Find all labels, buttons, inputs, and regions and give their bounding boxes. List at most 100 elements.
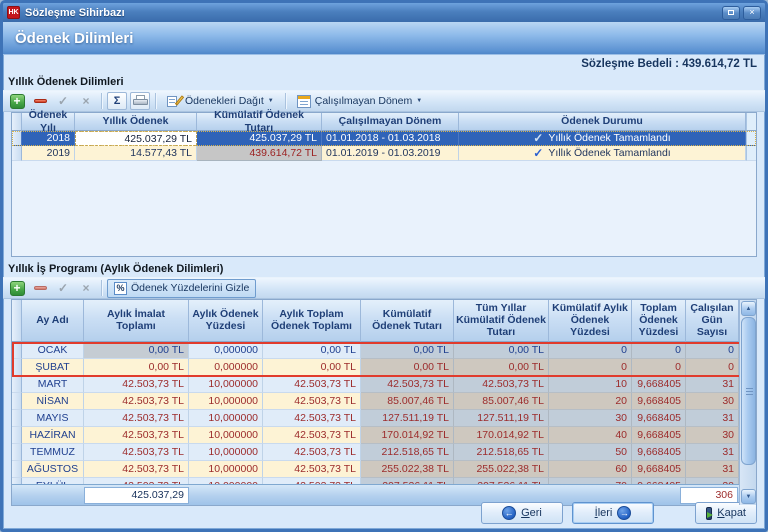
total-percent-cell[interactable]: 9,668405 bbox=[632, 376, 686, 393]
month-cell[interactable]: OCAK bbox=[22, 342, 84, 359]
col-header-cumulative[interactable]: Kümülatif Ödenek Tutarı bbox=[361, 300, 454, 342]
allyears-cumulative-cell[interactable]: 297.526,11 TL bbox=[454, 478, 549, 485]
month-cell[interactable]: NİSAN bbox=[22, 393, 84, 410]
worked-days-cell[interactable]: 30 bbox=[686, 427, 739, 444]
period-cell[interactable]: 01.01.2018 - 01.03.2018 bbox=[322, 131, 459, 146]
monthly-total-cell[interactable]: 42.503,73 TL bbox=[263, 410, 361, 427]
table-row-agustos[interactable]: AĞUSTOS 42.503,73 TL 10,000000 42.503,73… bbox=[12, 461, 756, 478]
confirm-button[interactable]: ✓ bbox=[53, 279, 73, 297]
monthly-total-cell[interactable]: 42.503,73 TL bbox=[263, 461, 361, 478]
month-cell[interactable]: AĞUSTOS bbox=[22, 461, 84, 478]
allyears-cumulative-cell[interactable]: 0,00 TL bbox=[454, 359, 549, 376]
close-button[interactable]: × bbox=[743, 6, 761, 20]
cumulative-cell[interactable]: 170.014,92 TL bbox=[361, 427, 454, 444]
monthly-total-cell[interactable]: 0,00 TL bbox=[263, 342, 361, 359]
hide-percentages-toggle[interactable]: % Ödenek Yüzdelerini Gizle bbox=[107, 279, 256, 298]
cumulative-cell[interactable]: 42.503,73 TL bbox=[361, 376, 454, 393]
allyears-cumulative-cell[interactable]: 255.022,38 TL bbox=[454, 461, 549, 478]
col-header-month[interactable]: Ay Adı bbox=[22, 300, 84, 342]
allyears-cumulative-cell[interactable]: 212.518,65 TL bbox=[454, 444, 549, 461]
production-cell[interactable]: 42.503,73 TL bbox=[84, 410, 189, 427]
monthly-total-cell[interactable]: 42.503,73 TL bbox=[263, 393, 361, 410]
percent-cell[interactable]: 10,000000 bbox=[189, 376, 263, 393]
cumulative-percent-cell[interactable]: 70 bbox=[549, 478, 632, 485]
month-cell[interactable]: EYLÜL bbox=[22, 478, 84, 485]
scroll-up-icon[interactable]: ▲ bbox=[741, 301, 756, 316]
production-cell[interactable]: 0,00 TL bbox=[84, 342, 189, 359]
worked-days-cell[interactable]: 30 bbox=[686, 478, 739, 485]
table-row-nisan[interactable]: NİSAN 42.503,73 TL 10,000000 42.503,73 T… bbox=[12, 393, 756, 410]
delete-row-button[interactable] bbox=[30, 279, 50, 297]
scroll-down-icon[interactable]: ▼ bbox=[741, 489, 756, 504]
cumulative-percent-cell[interactable]: 0 bbox=[549, 342, 632, 359]
table-row-mart[interactable]: MART 42.503,73 TL 10,000000 42.503,73 TL… bbox=[12, 376, 756, 393]
total-percent-cell[interactable]: 0 bbox=[632, 359, 686, 376]
table-row-eylul[interactable]: EYLÜL 42.503,73 TL 10,000000 42.503,73 T… bbox=[12, 478, 756, 485]
year-cell[interactable]: 2018 bbox=[22, 131, 75, 146]
maximize-button[interactable] bbox=[722, 6, 740, 20]
cumulative-percent-cell[interactable]: 30 bbox=[549, 410, 632, 427]
cumulative-percent-cell[interactable]: 50 bbox=[549, 444, 632, 461]
col-header-total-percent[interactable]: Toplam Ödenek Yüzdesi bbox=[632, 300, 686, 342]
month-cell[interactable]: ŞUBAT bbox=[22, 359, 84, 376]
table-row-ocak[interactable]: OCAK 0,00 TL 0,000000 0,00 TL 0,00 TL 0,… bbox=[12, 342, 756, 359]
allyears-cumulative-cell[interactable]: 0,00 TL bbox=[454, 342, 549, 359]
allyears-cumulative-cell[interactable]: 170.014,92 TL bbox=[454, 427, 549, 444]
worked-days-cell[interactable]: 31 bbox=[686, 376, 739, 393]
allyears-cumulative-cell[interactable]: 127.511,19 TL bbox=[454, 410, 549, 427]
table-row-mayis[interactable]: MAYIS 42.503,73 TL 10,000000 42.503,73 T… bbox=[12, 410, 756, 427]
production-cell[interactable]: 42.503,73 TL bbox=[84, 444, 189, 461]
total-percent-cell[interactable]: 9,668405 bbox=[632, 444, 686, 461]
production-cell[interactable]: 42.503,73 TL bbox=[84, 427, 189, 444]
total-percent-cell[interactable]: 9,668405 bbox=[632, 393, 686, 410]
percent-cell[interactable]: 0,000000 bbox=[189, 359, 263, 376]
close-wizard-button[interactable]: Kapat bbox=[695, 502, 757, 524]
print-button[interactable] bbox=[130, 92, 150, 110]
cancel-button[interactable]: × bbox=[76, 92, 96, 110]
col-header-cumulative-monthly-percent[interactable]: Kümülatif Aylık Ödenek Yüzdesi bbox=[549, 300, 632, 342]
col-header-annual[interactable]: Yıllık Ödenek bbox=[75, 113, 197, 131]
col-header-monthly-production[interactable]: Aylık İmalat Toplamı bbox=[84, 300, 189, 342]
annual-allowance-editor-cell[interactable]: 425.037,29 TL bbox=[75, 131, 197, 146]
cancel-button[interactable]: × bbox=[76, 279, 96, 297]
cumulative-cell[interactable]: 425.037,29 TL bbox=[197, 131, 322, 146]
total-percent-cell[interactable]: 9,668405 bbox=[632, 461, 686, 478]
worked-days-cell[interactable]: 0 bbox=[686, 359, 739, 376]
table-row-haziran[interactable]: HAZİRAN 42.503,73 TL 10,000000 42.503,73… bbox=[12, 427, 756, 444]
production-cell[interactable]: 0,00 TL bbox=[84, 359, 189, 376]
monthly-total-cell[interactable]: 0,00 TL bbox=[263, 359, 361, 376]
year-cell[interactable]: 2019 bbox=[22, 146, 75, 161]
worked-days-cell[interactable]: 31 bbox=[686, 461, 739, 478]
col-header-worked-days[interactable]: Çalışılan Gün Sayısı bbox=[686, 300, 739, 342]
vertical-scrollbar[interactable]: ▲ ▼ bbox=[739, 300, 756, 505]
worked-days-cell[interactable]: 31 bbox=[686, 444, 739, 461]
status-cell[interactable]: ✓ Yıllık Ödenek Tamamlandı bbox=[459, 131, 746, 146]
cumulative-percent-cell[interactable]: 60 bbox=[549, 461, 632, 478]
annual-allowance-cell[interactable]: 14.577,43 TL bbox=[75, 146, 197, 161]
month-cell[interactable]: TEMMUZ bbox=[22, 444, 84, 461]
cumulative-cell[interactable]: 255.022,38 TL bbox=[361, 461, 454, 478]
allyears-cumulative-cell[interactable]: 85.007,46 TL bbox=[454, 393, 549, 410]
production-cell[interactable]: 42.503,73 TL bbox=[84, 376, 189, 393]
table-row-2019[interactable]: 2019 14.577,43 TL 439.614,72 TL 01.01.20… bbox=[12, 146, 756, 161]
month-cell[interactable]: HAZİRAN bbox=[22, 427, 84, 444]
col-header-period[interactable]: Çalışılmayan Dönem bbox=[322, 113, 459, 131]
cumulative-percent-cell[interactable]: 10 bbox=[549, 376, 632, 393]
delete-row-button[interactable] bbox=[30, 92, 50, 110]
sum-button[interactable]: Σ bbox=[107, 92, 127, 110]
percent-cell[interactable]: 10,000000 bbox=[189, 461, 263, 478]
monthly-total-cell[interactable]: 42.503,73 TL bbox=[263, 444, 361, 461]
cumulative-cell[interactable]: 0,00 TL bbox=[361, 342, 454, 359]
total-percent-cell[interactable]: 9,668405 bbox=[632, 478, 686, 485]
cumulative-cell[interactable]: 212.518,65 TL bbox=[361, 444, 454, 461]
scrollbar-thumb[interactable] bbox=[741, 317, 756, 465]
allyears-cumulative-cell[interactable]: 42.503,73 TL bbox=[454, 376, 549, 393]
percent-cell[interactable]: 10,000000 bbox=[189, 478, 263, 485]
month-cell[interactable]: MART bbox=[22, 376, 84, 393]
total-percent-cell[interactable]: 9,668405 bbox=[632, 427, 686, 444]
production-cell[interactable]: 42.503,73 TL bbox=[84, 393, 189, 410]
cumulative-cell[interactable]: 439.614,72 TL bbox=[197, 146, 322, 161]
col-header-allyears-cumulative[interactable]: Tüm Yıllar Kümülatif Ödenek Tutarı bbox=[454, 300, 549, 342]
monthly-total-cell[interactable]: 42.503,73 TL bbox=[263, 478, 361, 485]
confirm-button[interactable]: ✓ bbox=[53, 92, 73, 110]
